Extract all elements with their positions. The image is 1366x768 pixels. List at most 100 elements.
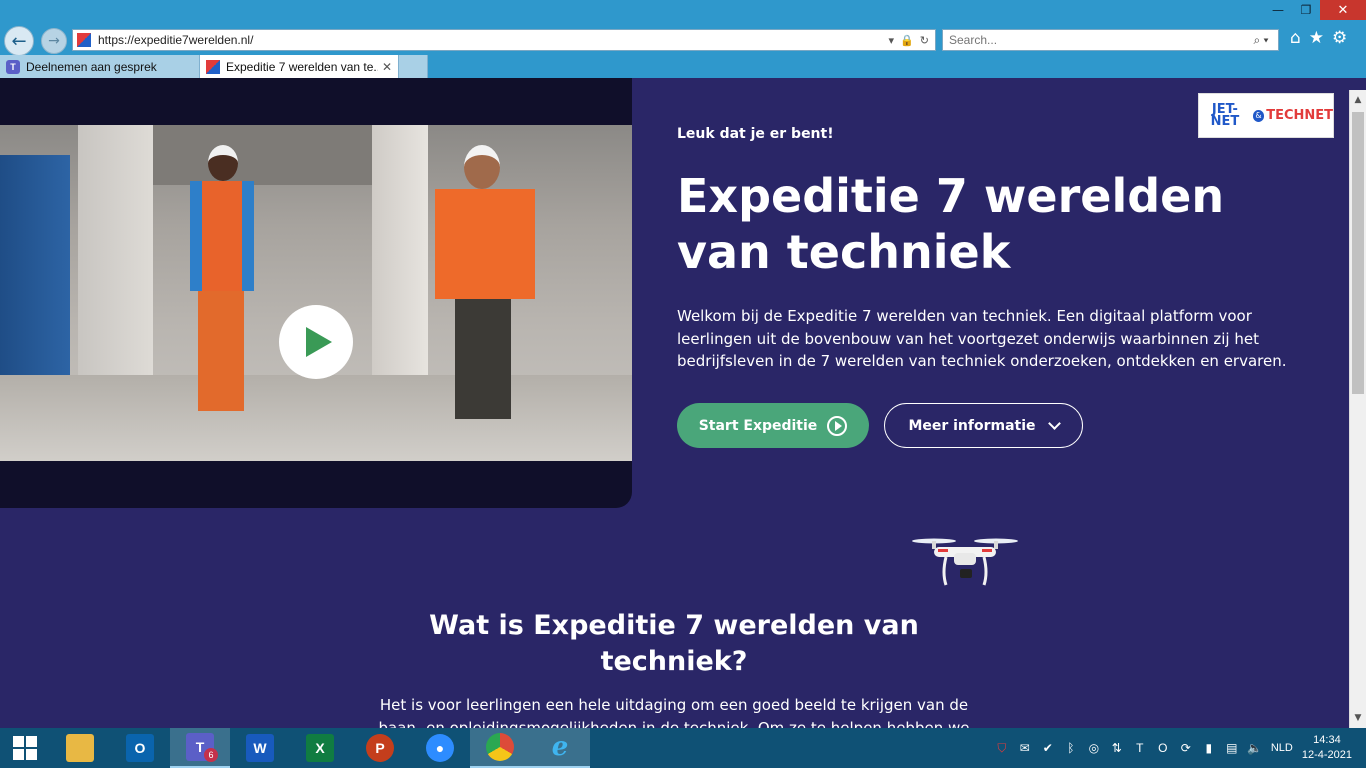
address-url[interactable]: https://expeditie7werelden.nl/ bbox=[98, 33, 889, 47]
tab-label: Expeditie 7 werelden van te... bbox=[226, 59, 378, 74]
start-expeditie-button[interactable]: Start Expeditie bbox=[677, 403, 869, 448]
word-icon: W bbox=[246, 734, 274, 762]
play-circle-icon bbox=[827, 415, 848, 436]
taskbar-teams[interactable]: T 6 bbox=[170, 728, 230, 768]
chevron-down-icon bbox=[1047, 416, 1061, 430]
taskbar-excel[interactable]: X bbox=[290, 728, 350, 768]
bluetooth-icon[interactable]: ᛒ bbox=[1064, 741, 1078, 755]
home-icon[interactable]: ⌂ bbox=[1290, 28, 1301, 48]
more-button-label: Meer informatie bbox=[908, 417, 1036, 434]
browser-chrome: — ❐ ✕ ← → https://expeditie7werelden.nl/… bbox=[0, 0, 1366, 78]
arrow-right-icon: → bbox=[48, 33, 60, 49]
new-tab-button[interactable] bbox=[399, 55, 428, 78]
taskbar-internet-explorer[interactable]: e bbox=[530, 728, 590, 768]
clock[interactable]: 14:34 12-4-2021 bbox=[1302, 733, 1352, 763]
worker-figure bbox=[180, 145, 260, 445]
forward-button[interactable]: → bbox=[41, 28, 67, 54]
taskbar-chrome[interactable] bbox=[470, 728, 530, 768]
tab-teams[interactable]: T Deelnemen aan gesprek bbox=[0, 55, 200, 78]
taskbar-zoom[interactable]: ● bbox=[410, 728, 470, 768]
zoom-icon: ● bbox=[426, 734, 454, 762]
target-icon[interactable]: ◎ bbox=[1087, 741, 1101, 755]
close-tab-icon[interactable]: ✕ bbox=[382, 60, 392, 74]
arrow-left-icon: ← bbox=[11, 30, 27, 52]
scroll-thumb[interactable] bbox=[1352, 112, 1364, 394]
window-controls: — ❐ ✕ bbox=[1264, 0, 1366, 22]
tab-strip: T Deelnemen aan gesprek Expeditie 7 were… bbox=[0, 55, 428, 78]
logo-ampersand: & bbox=[1252, 109, 1265, 122]
scroll-up-arrow-icon[interactable]: ▲ bbox=[1350, 92, 1366, 108]
language-indicator[interactable]: NLD bbox=[1271, 742, 1293, 754]
teams-tray-icon[interactable]: T bbox=[1133, 741, 1147, 755]
taskbar: O T 6 W X P ● e ⛉ ✉ ✔ ᛒ ◎ ⇅ T O ⟳ ▮ ▤ 🔈 … bbox=[0, 728, 1366, 768]
teams-icon: T bbox=[6, 59, 20, 74]
video-thumbnail[interactable] bbox=[0, 125, 632, 461]
drone-illustration bbox=[912, 538, 1018, 586]
powerpoint-icon: P bbox=[366, 734, 394, 762]
search-input[interactable] bbox=[949, 33, 1244, 47]
network-icon[interactable]: ▤ bbox=[1225, 741, 1239, 755]
logo-text-right: TECHNET bbox=[1266, 107, 1333, 123]
search-icon[interactable]: ⌕ ▾ bbox=[1244, 33, 1278, 48]
play-icon bbox=[306, 327, 332, 357]
start-button-label: Start Expeditie bbox=[698, 417, 818, 434]
logo-text-left: JET-NET bbox=[1210, 101, 1240, 129]
address-bar-icons: ▾ 🔒 ↻ bbox=[889, 34, 935, 47]
back-button[interactable]: ← bbox=[4, 26, 34, 56]
chrome-icon bbox=[486, 733, 514, 761]
address-bar[interactable]: https://expeditie7werelden.nl/ ▾ 🔒 ↻ bbox=[72, 29, 936, 51]
thumbnail-rack bbox=[0, 155, 70, 395]
section-text: Het is voor leerlingen een hele uitdagin… bbox=[378, 696, 970, 728]
toolbar-icons: ⌂ ★ ⚙ bbox=[1290, 28, 1347, 48]
hero-kicker: Leuk dat je er bent! bbox=[677, 126, 834, 142]
site-favicon-icon bbox=[76, 32, 92, 48]
system-tray: ⛉ ✉ ✔ ᛒ ◎ ⇅ T O ⟳ ▮ ▤ 🔈 NLD 14:34 12-4-2… bbox=[995, 728, 1366, 768]
thumbnail-pillar bbox=[78, 125, 153, 375]
play-button[interactable] bbox=[279, 305, 353, 379]
meer-informatie-button[interactable]: Meer informatie bbox=[884, 403, 1083, 448]
folder-icon bbox=[66, 734, 94, 762]
outlook-tray-icon[interactable]: O bbox=[1156, 741, 1170, 755]
mail-icon[interactable]: ✉ bbox=[1018, 741, 1032, 755]
internet-explorer-icon: e bbox=[551, 732, 569, 762]
volume-icon[interactable]: 🔈 bbox=[1247, 741, 1262, 755]
battery-icon[interactable]: ▮ bbox=[1202, 741, 1216, 755]
web-page: JET-NET & TECHNET Leuk dat je er bent! E… bbox=[0, 78, 1349, 728]
section-title: Wat is Expeditie 7 werelden van techniek… bbox=[429, 610, 919, 677]
taskbar-file-explorer[interactable] bbox=[50, 728, 110, 768]
refresh-icon[interactable]: ↻ bbox=[920, 34, 929, 47]
hero-description: Welkom bij de Expeditie 7 werelden van t… bbox=[677, 307, 1287, 370]
taskbar-powerpoint[interactable]: P bbox=[350, 728, 410, 768]
page-title: Expeditie 7 werelden van techniek bbox=[677, 169, 1225, 279]
lock-icon[interactable]: 🔒 bbox=[900, 34, 914, 47]
security-check-icon[interactable]: ✔ bbox=[1041, 741, 1055, 755]
mcafee-icon[interactable]: ⛉ bbox=[995, 741, 1009, 755]
windows-logo-icon bbox=[13, 736, 37, 760]
scroll-down-arrow-icon[interactable]: ▼ bbox=[1350, 710, 1366, 726]
clock-time: 14:34 bbox=[1313, 734, 1341, 746]
update-icon[interactable]: ⟳ bbox=[1179, 741, 1193, 755]
excel-icon: X bbox=[306, 734, 334, 762]
notification-badge: 6 bbox=[204, 748, 218, 762]
page-scrollbar[interactable]: ▲ ▼ bbox=[1349, 90, 1366, 728]
start-button[interactable] bbox=[0, 728, 50, 768]
site-favicon-icon bbox=[206, 59, 220, 74]
minimize-button[interactable]: — bbox=[1264, 0, 1292, 20]
tab-expeditie[interactable]: Expeditie 7 werelden van te... ✕ bbox=[200, 55, 399, 78]
taskbar-outlook[interactable]: O bbox=[110, 728, 170, 768]
outlook-icon: O bbox=[126, 734, 154, 762]
sync-icon[interactable]: ⇅ bbox=[1110, 741, 1124, 755]
gear-icon[interactable]: ⚙ bbox=[1332, 28, 1347, 48]
restore-button[interactable]: ❐ bbox=[1292, 0, 1320, 20]
star-icon[interactable]: ★ bbox=[1309, 28, 1324, 48]
dropdown-arrow-icon[interactable]: ▾ bbox=[889, 34, 895, 47]
jetnet-technet-logo[interactable]: JET-NET & TECHNET bbox=[1198, 93, 1334, 138]
taskbar-word[interactable]: W bbox=[230, 728, 290, 768]
thumbnail-pillar bbox=[372, 125, 428, 375]
video-panel bbox=[0, 78, 632, 508]
worker-figure bbox=[430, 145, 540, 445]
tab-label: Deelnemen aan gesprek bbox=[26, 59, 157, 74]
search-bar[interactable]: ⌕ ▾ bbox=[942, 29, 1279, 51]
close-button[interactable]: ✕ bbox=[1320, 0, 1366, 20]
clock-date: 12-4-2021 bbox=[1301, 749, 1352, 761]
